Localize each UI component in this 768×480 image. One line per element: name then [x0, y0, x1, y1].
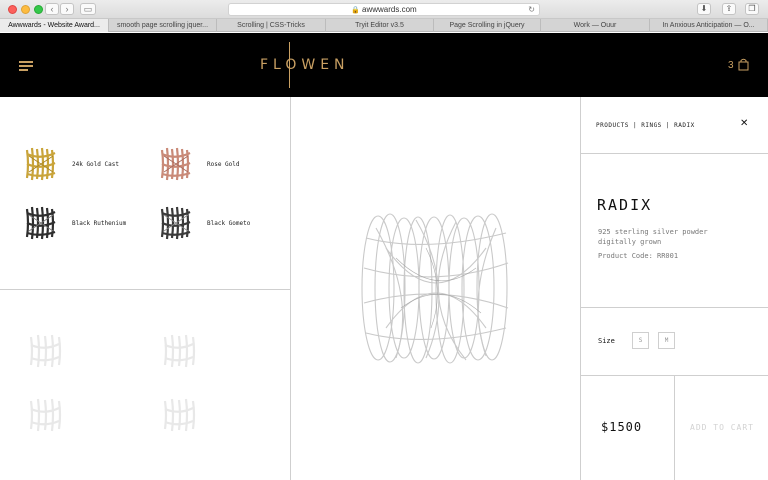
lock-icon: 🔒	[351, 7, 361, 14]
logo-divider	[289, 42, 290, 88]
site-logo[interactable]: FLOWEN	[260, 57, 345, 75]
close-icon[interactable]: ✕	[740, 119, 748, 129]
right-row-divider-1	[581, 153, 768, 154]
size-option-s[interactable]: S	[632, 332, 649, 349]
variant-label: 24k Gold Cast	[72, 161, 119, 168]
tab-page-scrolling[interactable]: Page Scrolling in jQuery	[434, 19, 541, 32]
reload-icon[interactable]: ↻	[528, 4, 535, 15]
browser-toolbar: ‹ › ▭ 🔒 awwwards.com ↻ ⬇ ⇪ ❐	[0, 0, 768, 19]
gold-ring-thumbnail	[25, 147, 56, 181]
variant-label: Black Ruthenium	[72, 220, 127, 227]
add-to-cart-button[interactable]: ADD TO CART	[676, 376, 768, 480]
column-divider-left	[290, 97, 291, 480]
size-option-m[interactable]: M	[658, 332, 675, 349]
variant-gold[interactable]: 24k Gold Cast	[23, 144, 153, 184]
ghost-ring-thumbnail	[29, 334, 62, 368]
black-gometo-ring-thumbnail	[160, 206, 191, 240]
product-code: Product Code: RR001	[598, 252, 679, 260]
close-window-button[interactable]	[8, 5, 17, 14]
site-header: FLOWEN 3	[0, 33, 768, 97]
tab-css-tricks[interactable]: Scrolling | CSS-Tricks	[217, 19, 326, 32]
zoom-window-button[interactable]	[34, 5, 43, 14]
tab-bar: Awwwards - Website Award... smooth page …	[0, 19, 768, 32]
size-label: Size	[598, 337, 615, 345]
variant-black-ruthenium[interactable]: Black Ruthenium	[23, 203, 153, 243]
variant-label: Black Gometo	[207, 220, 251, 227]
right-row-divider-2	[581, 307, 768, 308]
sidebar-toggle-icon[interactable]: ▭	[80, 3, 96, 15]
ghost-ring-thumbnail	[29, 398, 62, 432]
downloads-icon[interactable]: ⬇	[697, 3, 711, 15]
product-title: RADIX	[597, 196, 653, 214]
tab-tryit-editor[interactable]: Tryit Editor v3.5	[326, 19, 434, 32]
variant-rose-gold[interactable]: Rose Gold	[158, 144, 288, 184]
product-image[interactable]	[356, 208, 514, 368]
address-url: awwwards.com	[362, 5, 417, 14]
column-divider-right	[580, 97, 581, 480]
black-ruthenium-ring-thumbnail	[25, 206, 56, 240]
variant-label: Rose Gold	[207, 161, 240, 168]
minimize-window-button[interactable]	[21, 5, 30, 14]
shopping-bag-icon[interactable]	[738, 58, 749, 71]
product-price: $1500	[601, 420, 643, 434]
product-description: 925 sterling silver powder digitally gro…	[598, 228, 708, 246]
variant-black-gometo[interactable]: Black Gometo	[158, 203, 288, 243]
forward-button[interactable]: ›	[60, 3, 74, 15]
ghost-ring-thumbnail	[163, 398, 196, 432]
cart-count[interactable]: 3	[728, 60, 734, 71]
rose-gold-ring-thumbnail	[160, 147, 191, 181]
breadcrumb[interactable]: PRODUCTS | RINGS | RADIX	[596, 122, 695, 129]
back-button[interactable]: ‹	[45, 3, 59, 15]
address-bar[interactable]: 🔒 awwwards.com ↻	[228, 3, 540, 16]
hamburger-menu-icon[interactable]	[19, 61, 33, 71]
share-icon[interactable]: ⇪	[722, 3, 736, 15]
tabs-overview-icon[interactable]: ❐	[745, 3, 759, 15]
price-cart-divider	[674, 375, 675, 480]
ghost-ring-thumbnail	[163, 334, 196, 368]
tab-smooth-scrolling[interactable]: smooth page scrolling jquer...	[109, 19, 217, 32]
tab-ouur[interactable]: Work — Ouur	[541, 19, 650, 32]
tab-anxious-anticipation[interactable]: In Anxious Anticipation — O...	[650, 19, 768, 32]
tab-awwwards[interactable]: Awwwards - Website Award...	[0, 19, 109, 32]
left-row-divider	[0, 289, 290, 290]
